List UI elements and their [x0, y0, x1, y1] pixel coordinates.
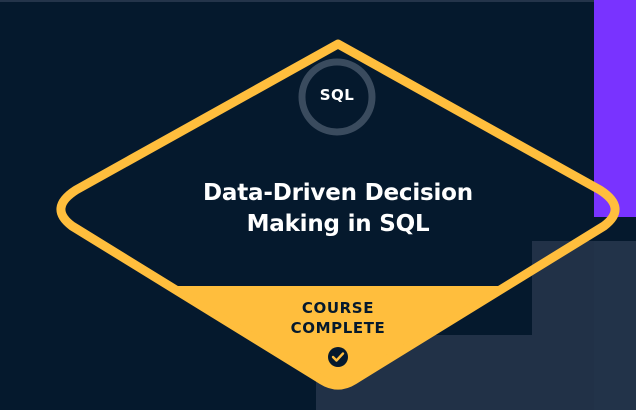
course-status-line-1: COURSE	[301, 299, 375, 317]
check-circle-icon	[328, 347, 348, 367]
course-title-line-1: Data-Driven Decision	[203, 180, 473, 206]
course-status-line-2: COMPLETE	[290, 319, 386, 337]
course-title-line-2: Making in SQL	[246, 211, 430, 237]
badge-canvas: SQL Data-Driven Decision Making in SQL C…	[0, 0, 636, 410]
skill-tag: SQL	[319, 86, 355, 104]
course-title: Data-Driven Decision Making in SQL	[150, 178, 526, 240]
course-status: COURSE COMPLETE	[260, 298, 416, 338]
